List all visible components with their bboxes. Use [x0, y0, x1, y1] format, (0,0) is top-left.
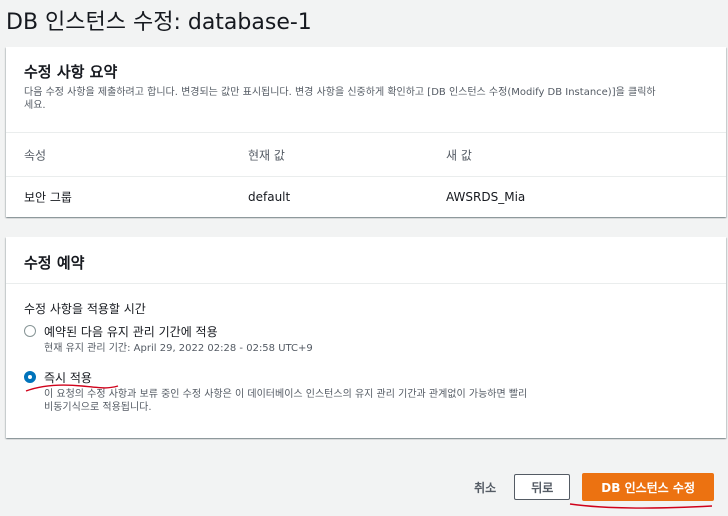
table-row: 보안 그룹 default AWSRDS_Mia — [6, 176, 726, 217]
option-description: 이 요청의 수정 사항과 보류 중인 수정 사항은 이 데이터베이스 인스턴스의… — [44, 389, 528, 413]
changes-table: 속성 현재 값 새 값 보안 그룹 default AWSRDS_Mia — [6, 132, 726, 217]
modify-db-instance-button[interactable]: DB 인스턴스 수정 — [582, 473, 714, 501]
row-current-value: default — [248, 190, 291, 204]
summary-panel: 수정 사항 요약 다음 수정 사항을 제출하려고 합니다. 변경되는 값만 표시… — [6, 47, 726, 217]
annotation-underline-stroke — [569, 503, 713, 509]
row-new-value: AWSRDS_Mia — [446, 190, 526, 204]
option-next-maintenance-window[interactable]: 예약된 다음 유지 관리 기간에 적용 현재 유지 관리 기간: April 2… — [24, 323, 708, 355]
option-apply-immediately[interactable]: 즉시 적용 이 요청의 수정 사항과 보류 중인 수정 사항은 이 데이터베이스… — [24, 369, 708, 414]
option-description: 현재 유지 관리 기간: April 29, 2022 02:28 - 02:5… — [44, 343, 313, 354]
schedule-title: 수정 예약 — [24, 254, 85, 272]
radio-next-maintenance-window[interactable] — [24, 325, 36, 337]
cancel-button[interactable]: 취소 — [456, 479, 514, 496]
back-button[interactable]: 뒤로 — [514, 474, 571, 500]
table-header-row: 속성 현재 값 새 값 — [6, 132, 726, 176]
page-title: DB 인스턴스 수정: database-1 — [6, 10, 312, 35]
column-header-current-value: 현재 값 — [248, 148, 285, 162]
summary-description: 다음 수정 사항을 제출하려고 합니다. 변경되는 값만 표시됩니다. 변경 사… — [24, 87, 656, 111]
radio-apply-immediately[interactable] — [24, 371, 36, 383]
column-header-new-value: 새 값 — [446, 148, 472, 162]
column-header-attribute: 속성 — [24, 148, 47, 162]
summary-title: 수정 사항 요약 — [24, 63, 118, 81]
form-actions: 취소 뒤로 DB 인스턴스 수정 — [456, 473, 714, 501]
option-label: 즉시 적용 — [44, 371, 92, 385]
schedule-panel: 수정 예약 수정 사항을 적용할 시간 예약된 다음 유지 관리 기간에 적용 … — [6, 237, 726, 438]
apply-time-label: 수정 사항을 적용할 시간 — [24, 302, 146, 316]
row-attribute: 보안 그룹 — [24, 190, 72, 205]
option-label: 예약된 다음 유지 관리 기간에 적용 — [44, 325, 218, 339]
